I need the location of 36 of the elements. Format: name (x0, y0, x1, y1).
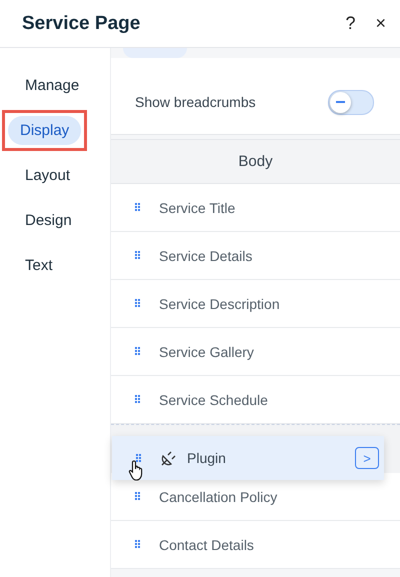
list-row[interactable]: Service Gallery (111, 328, 400, 376)
list-row[interactable]: Service Schedule (111, 376, 400, 424)
drag-handle-icon[interactable] (136, 454, 142, 462)
row-label: Service Description (159, 296, 280, 312)
drag-handle-icon[interactable] (135, 251, 141, 260)
list-row[interactable]: Service Details (111, 232, 400, 280)
drag-handle-icon[interactable] (135, 203, 141, 212)
close-button[interactable]: × (375, 13, 386, 34)
open-button[interactable]: > (355, 447, 379, 469)
dragged-row[interactable]: Plugin > (112, 436, 384, 480)
drag-handle-icon[interactable] (135, 492, 141, 501)
drag-handle-icon[interactable] (135, 540, 141, 549)
list-row[interactable]: Contact Details (111, 521, 400, 569)
row-label: Plugin (187, 450, 227, 466)
plug-icon (160, 450, 177, 466)
sidebar-tab[interactable]: Display (8, 116, 82, 145)
row-label: Service Gallery (159, 344, 254, 360)
help-button[interactable]: ? (345, 13, 356, 34)
list-row[interactable]: Service Title (111, 184, 400, 232)
drag-handle-icon[interactable] (135, 347, 141, 356)
toggle-switch[interactable] (328, 90, 374, 114)
section-header: Body (111, 139, 400, 184)
window-title: Service Page (22, 12, 142, 34)
drag-handle-icon[interactable] (135, 299, 141, 308)
setting-label: Show breadcrumbs (135, 94, 256, 110)
row-label: Contact Details (159, 536, 254, 552)
sidebar-tab[interactable]: Design (6, 206, 84, 235)
row-label: Cancellation Policy (159, 488, 278, 504)
row-label: Service Title (159, 200, 236, 216)
sidebar-tab[interactable]: Layout (6, 161, 82, 190)
list-row[interactable]: Service Description (111, 280, 400, 328)
row-label: Service Details (159, 248, 252, 264)
row-label: Service Schedule (159, 392, 268, 408)
sidebar-tab[interactable]: Manage (6, 71, 92, 100)
sidebar-tab[interactable]: Text (6, 251, 65, 280)
drag-handle-icon[interactable] (135, 395, 141, 404)
